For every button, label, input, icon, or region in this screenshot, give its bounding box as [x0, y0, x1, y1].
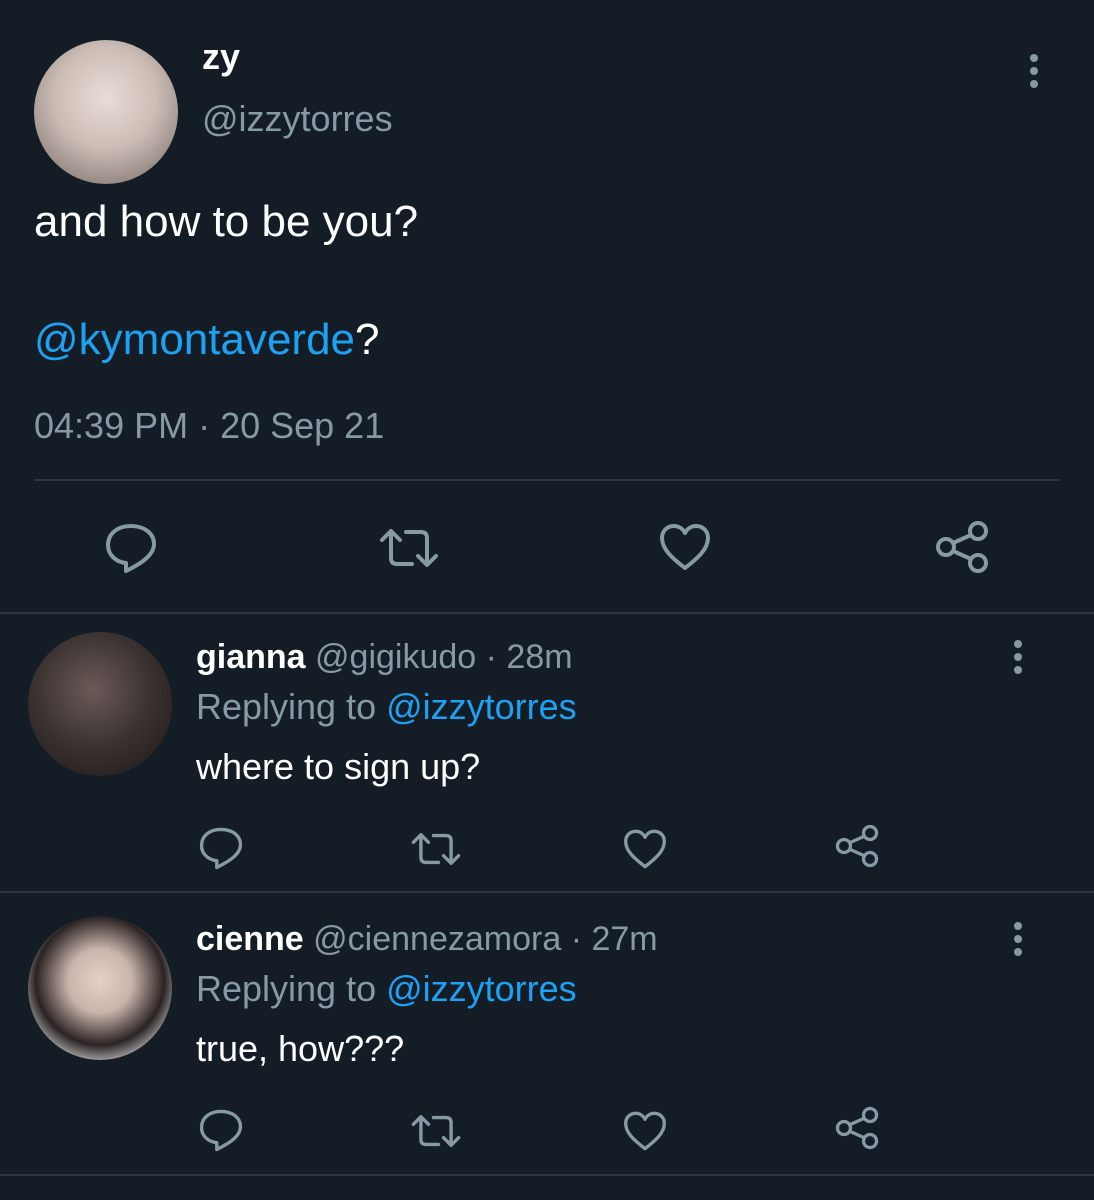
divider — [34, 479, 1060, 481]
replying-to: Replying to @izzytorres — [196, 968, 577, 1010]
handle[interactable]: @gigikudo — [315, 638, 476, 676]
retweet-icon[interactable] — [378, 526, 440, 570]
reply-icon[interactable] — [104, 522, 158, 574]
share-icon[interactable] — [934, 520, 990, 574]
heart-icon[interactable] — [622, 828, 668, 870]
reply-text: where to sign up? — [196, 746, 481, 787]
replying-to-label: Replying to — [196, 686, 387, 727]
divider — [0, 891, 1094, 893]
timestamp: 04:39 PM · 20 Sep 21 — [34, 405, 385, 446]
divider — [0, 1174, 1094, 1176]
handle[interactable]: @ciennezamora — [313, 920, 561, 958]
replying-to: Replying to @izzytorres — [196, 686, 577, 728]
reply-text: true, how??? — [196, 1028, 405, 1069]
tweet-text: and how to be you? — [34, 197, 419, 246]
handle[interactable]: @izzytorres — [202, 98, 393, 140]
avatar[interactable] — [28, 632, 172, 776]
display-name[interactable]: gianna — [196, 638, 306, 676]
relative-time: · 27m — [561, 920, 658, 958]
mention-link[interactable]: @izzytorres — [386, 968, 577, 1009]
mention-suffix: ? — [355, 315, 380, 364]
retweet-icon[interactable] — [410, 1112, 462, 1150]
retweet-icon[interactable] — [410, 830, 462, 868]
more-vertical-icon[interactable] — [1014, 922, 1024, 961]
reply-icon[interactable] — [198, 826, 244, 870]
relative-time: · 28m — [476, 638, 573, 676]
share-icon[interactable] — [834, 1106, 880, 1150]
share-icon[interactable] — [834, 824, 880, 868]
heart-icon[interactable] — [658, 522, 712, 572]
reply-icon[interactable] — [198, 1108, 244, 1152]
replying-to-label: Replying to — [196, 968, 387, 1009]
display-name[interactable]: zy — [202, 36, 240, 78]
reply-header: gianna @gigikudo · 28m — [196, 638, 573, 677]
tweet-text-mention-line: @kymontaverde? — [34, 314, 380, 366]
more-vertical-icon[interactable] — [1014, 640, 1024, 679]
mention-link[interactable]: @izzytorres — [386, 686, 577, 727]
reply-tweet[interactable]: gianna @gigikudo · 28m Replying to @izzy… — [0, 614, 1094, 894]
mention-link[interactable]: @kymontaverde — [34, 315, 355, 364]
reply-header: cienne @ciennezamora · 27m — [196, 920, 658, 959]
more-vertical-icon[interactable] — [1030, 54, 1040, 93]
tweet-detail-screen: zy @izzytorres and how to be you? @kymon… — [0, 0, 1094, 1200]
avatar[interactable] — [34, 40, 178, 184]
display-name[interactable]: cienne — [196, 920, 304, 958]
heart-icon[interactable] — [622, 1110, 668, 1152]
main-tweet: zy @izzytorres and how to be you? @kymon… — [0, 0, 1094, 612]
avatar[interactable] — [28, 916, 172, 1060]
reply-tweet[interactable]: cienne @ciennezamora · 27m Replying to @… — [0, 896, 1094, 1176]
